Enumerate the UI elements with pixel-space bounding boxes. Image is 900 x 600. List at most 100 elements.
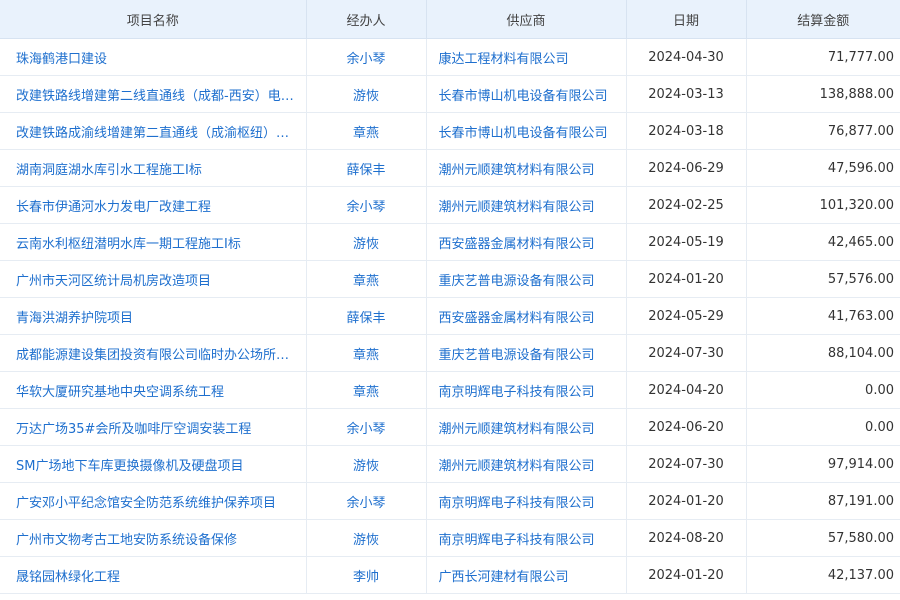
column-header-handler[interactable]: 经办人 [306,0,427,39]
handler-cell: 章燕 [306,371,427,409]
project-name-link[interactable]: 改建铁路成渝线增建第二直通线（成渝枢纽）… [16,126,289,141]
project-name-link[interactable]: 云南水利枢纽潜明水库一期工程施工I标 [16,237,241,252]
project-name-link[interactable]: 湖南洞庭湖水库引水工程施工I标 [16,163,202,178]
table-row[interactable]: 云南水利枢纽潜明水库一期工程施工I标 游恢 西安盛器金属材料有限公司 2024-05-… [0,223,900,261]
project-name-cell: 云南水利枢纽潜明水库一期工程施工I标 [0,223,307,261]
date-cell: 2024-06-29 [626,149,747,187]
project-name-cell: 青海洪湖养护院项目 [0,297,307,335]
table-row[interactable]: 华软大厦研究基地中央空调系统工程 章燕 南京明辉电子科技有限公司 2024-04-20… [0,371,900,409]
supplier-link[interactable]: 康达工程材料有限公司 [439,52,569,67]
supplier-cell: 潮州元顺建筑材料有限公司 [426,149,627,187]
handler-cell: 游恢 [306,519,427,557]
project-name-cell: 改建铁路成渝线增建第二直通线（成渝枢纽）… [0,112,307,150]
column-header-project-name[interactable]: 项目名称 [0,0,307,39]
table-header: 项目名称 经办人 供应商 日期 结算金额 [0,0,900,39]
date-cell: 2024-03-13 [626,75,747,113]
supplier-cell: 南京明辉电子科技有限公司 [426,519,627,557]
table-row[interactable]: 湖南洞庭湖水库引水工程施工I标 薛保丰 潮州元顺建筑材料有限公司 2024-06-29… [0,149,900,187]
project-name-cell: 改建铁路线增建第二线直通线（成都-西安）电… [0,75,307,113]
table-row[interactable]: 成都能源建设集团投资有限公司临时办公场所… 章燕 重庆艺普电源设备有限公司 2024-… [0,334,900,372]
table-row[interactable]: 青海洪湖养护院项目 薛保丰 西安盛器金属材料有限公司 2024-05-29 41,763… [0,297,900,335]
project-name-link[interactable]: 成都能源建设集团投资有限公司临时办公场所… [16,348,289,363]
handler-cell: 章燕 [306,112,427,150]
project-name-cell: 晟铭园林绿化工程 [0,556,307,594]
project-name-link[interactable]: 珠海鹤港口建设 [16,52,107,67]
table-row[interactable]: 晟铭园林绿化工程 李帅 广西长河建材有限公司 2024-01-20 42,137.00 [0,556,900,594]
project-name-link[interactable]: 改建铁路线增建第二线直通线（成都-西安）电… [16,89,294,104]
table-row[interactable]: 珠海鹤港口建设 余小琴 康达工程材料有限公司 2024-04-30 71,777.00 [0,38,900,76]
amount-cell: 0.00 [746,408,900,446]
supplier-cell: 重庆艺普电源设备有限公司 [426,260,627,298]
table-row[interactable]: 广安邓小平纪念馆安全防范系统维护保养项目 余小琴 南京明辉电子科技有限公司 2024-… [0,482,900,520]
handler-cell: 余小琴 [306,186,427,224]
table-row[interactable]: 万达广场35#会所及咖啡厅空调安装工程 余小琴 潮州元顺建筑材料有限公司 2024-0… [0,408,900,446]
supplier-cell: 南京明辉电子科技有限公司 [426,482,627,520]
supplier-cell: 西安盛器金属材料有限公司 [426,297,627,335]
date-cell: 2024-01-20 [626,260,747,298]
project-name-cell: 华软大厦研究基地中央空调系统工程 [0,371,307,409]
supplier-link[interactable]: 潮州元顺建筑材料有限公司 [439,200,595,215]
table-row[interactable]: 长春市伊通河水力发电厂改建工程 余小琴 潮州元顺建筑材料有限公司 2024-02-25… [0,186,900,224]
supplier-link[interactable]: 南京明辉电子科技有限公司 [439,533,595,548]
project-name-cell: 珠海鹤港口建设 [0,38,307,76]
amount-cell: 101,320.00 [746,186,900,224]
amount-cell: 57,580.00 [746,519,900,557]
supplier-cell: 广西长河建材有限公司 [426,556,627,594]
project-name-link[interactable]: 长春市伊通河水力发电厂改建工程 [16,200,211,215]
table-row[interactable]: 改建铁路成渝线增建第二直通线（成渝枢纽）… 章燕 长春市博山机电设备有限公司 2024… [0,112,900,150]
date-cell: 2024-04-30 [626,38,747,76]
supplier-link[interactable]: 潮州元顺建筑材料有限公司 [439,422,595,437]
table-row[interactable]: 广州市文物考古工地安防系统设备保修 游恢 南京明辉电子科技有限公司 2024-08-2… [0,519,900,557]
handler-cell: 余小琴 [306,408,427,446]
table-row[interactable]: 广州市天河区统计局机房改造项目 章燕 重庆艺普电源设备有限公司 2024-01-20 5… [0,260,900,298]
date-cell: 2024-08-20 [626,519,747,557]
project-name-link[interactable]: 华软大厦研究基地中央空调系统工程 [16,385,224,400]
supplier-link[interactable]: 西安盛器金属材料有限公司 [439,311,595,326]
supplier-link[interactable]: 重庆艺普电源设备有限公司 [439,348,595,363]
date-cell: 2024-03-18 [626,112,747,150]
handler-cell: 章燕 [306,334,427,372]
supplier-link[interactable]: 长春市博山机电设备有限公司 [439,89,608,104]
table-body: 珠海鹤港口建设 余小琴 康达工程材料有限公司 2024-04-30 71,777.00 改… [0,38,900,594]
settlement-grid: 项目名称 经办人 供应商 日期 结算金额 珠海鹤港口建设余小琴 康达工程材料有限公… [0,0,900,600]
supplier-link[interactable]: 潮州元顺建筑材料有限公司 [439,163,595,178]
project-name-link[interactable]: 广安邓小平纪念馆安全防范系统维护保养项目 [16,496,276,511]
project-name-link[interactable]: 广州市文物考古工地安防系统设备保修 [16,533,237,548]
handler-cell: 章燕 [306,260,427,298]
project-name-cell: 广安邓小平纪念馆安全防范系统维护保养项目 [0,482,307,520]
supplier-cell: 南京明辉电子科技有限公司 [426,371,627,409]
supplier-link[interactable]: 长春市博山机电设备有限公司 [439,126,608,141]
handler-cell: 薛保丰 [306,149,427,187]
supplier-link[interactable]: 南京明辉电子科技有限公司 [439,496,595,511]
supplier-link[interactable]: 重庆艺普电源设备有限公司 [439,274,595,289]
project-name-link[interactable]: 青海洪湖养护院项目 [16,311,133,326]
project-name-cell: 成都能源建设集团投资有限公司临时办公场所… [0,334,307,372]
column-header-amount[interactable]: 结算金额 [746,0,900,39]
date-cell: 2024-05-19 [626,223,747,261]
handler-cell: 游恢 [306,445,427,483]
project-name-link[interactable]: SM广场地下车库更换摄像机及硬盘项目 [16,459,243,474]
amount-cell: 42,137.00 [746,556,900,594]
project-name-link[interactable]: 广州市天河区统计局机房改造项目 [16,274,211,289]
supplier-cell: 重庆艺普电源设备有限公司 [426,334,627,372]
project-name-cell: 万达广场35#会所及咖啡厅空调安装工程 [0,408,307,446]
supplier-link[interactable]: 西安盛器金属材料有限公司 [439,237,595,252]
amount-cell: 47,596.00 [746,149,900,187]
date-cell: 2024-02-25 [626,186,747,224]
supplier-link[interactable]: 潮州元顺建筑材料有限公司 [439,459,595,474]
column-header-supplier[interactable]: 供应商 [426,0,627,39]
column-header-date[interactable]: 日期 [626,0,747,39]
date-cell: 2024-01-20 [626,556,747,594]
supplier-link[interactable]: 广西长河建材有限公司 [439,570,569,585]
supplier-cell: 潮州元顺建筑材料有限公司 [426,186,627,224]
supplier-cell: 西安盛器金属材料有限公司 [426,223,627,261]
supplier-cell: 潮州元顺建筑材料有限公司 [426,408,627,446]
project-name-link[interactable]: 晟铭园林绿化工程 [16,570,120,585]
date-cell: 2024-07-30 [626,334,747,372]
supplier-link[interactable]: 南京明辉电子科技有限公司 [439,385,595,400]
handler-cell: 薛保丰 [306,297,427,335]
project-name-link[interactable]: 万达广场35#会所及咖啡厅空调安装工程 [16,422,251,437]
table-row[interactable]: SM广场地下车库更换摄像机及硬盘项目 游恢 潮州元顺建筑材料有限公司 2024-07-… [0,445,900,483]
supplier-cell: 长春市博山机电设备有限公司 [426,112,627,150]
table-row[interactable]: 改建铁路线增建第二线直通线（成都-西安）电… 游恢 长春市博山机电设备有限公司 202… [0,75,900,113]
